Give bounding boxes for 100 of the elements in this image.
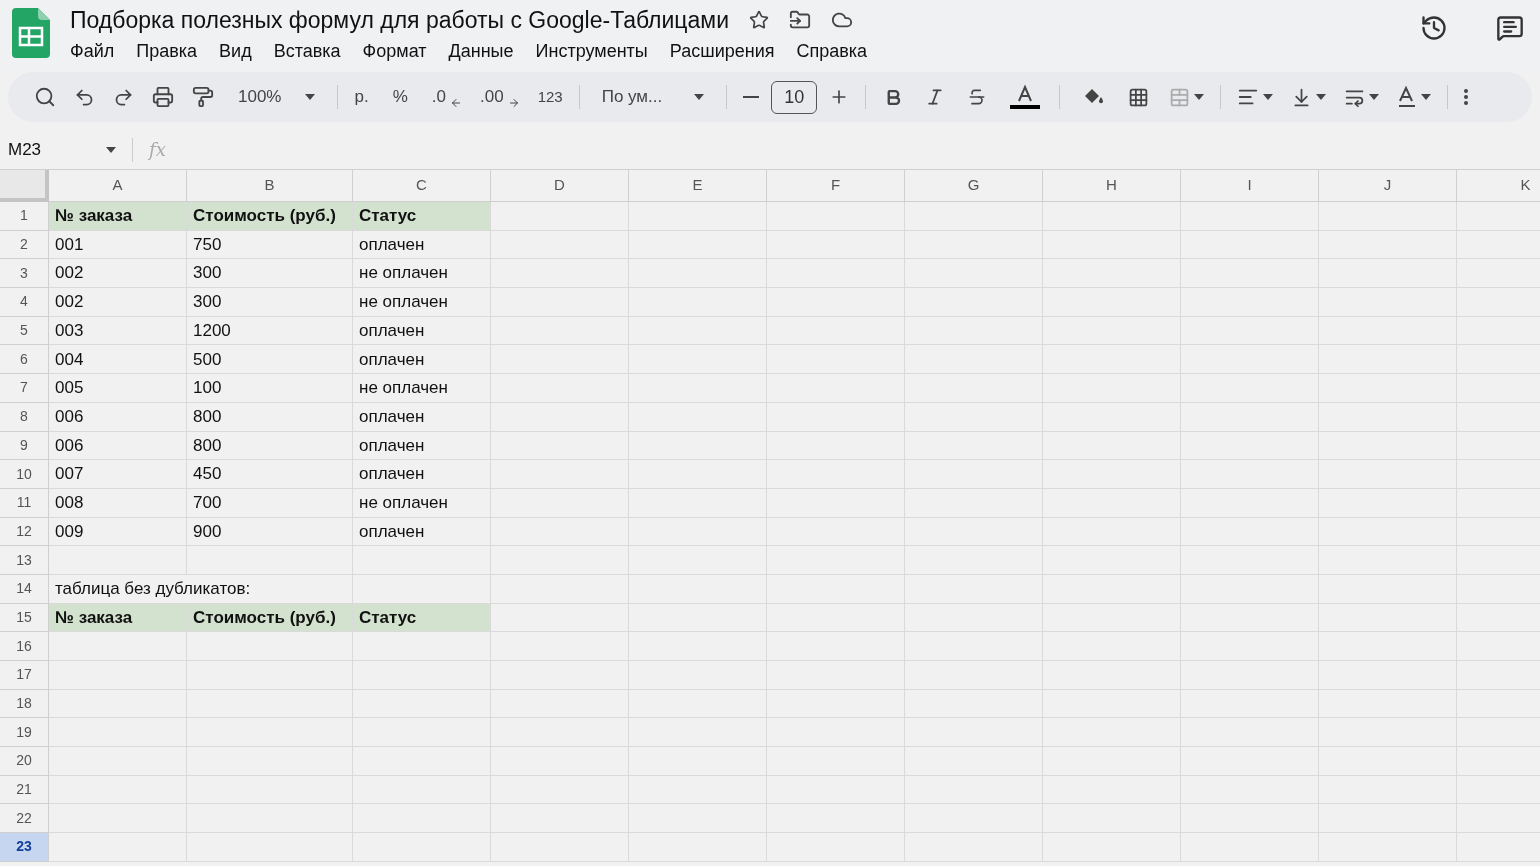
font-size-field[interactable]: 10	[771, 80, 818, 114]
row-header[interactable]: 17	[0, 661, 49, 690]
arrow-right-icon	[507, 97, 520, 109]
table-cell: 450	[187, 460, 353, 489]
dropdown-caret-icon	[1421, 94, 1432, 100]
table-cell: оплачен	[353, 230, 491, 260]
function-label: fx	[149, 138, 166, 162]
table-cell: 800	[187, 431, 353, 461]
menu-item[interactable]: Расширения	[669, 38, 775, 65]
menu-item[interactable]: Формат	[362, 38, 427, 65]
row-header[interactable]: 12	[0, 517, 49, 547]
row-header[interactable]: 14	[0, 574, 49, 604]
row-header[interactable]: 2	[0, 230, 49, 260]
table-cell: 006	[49, 431, 187, 461]
decrease-decimals-button[interactable]: .0	[425, 81, 468, 113]
comment-icon[interactable]	[1496, 14, 1524, 42]
menu-item[interactable]: Вставка	[273, 38, 341, 65]
dropdown-caret-icon	[106, 146, 116, 153]
table-cell: оплачен	[353, 345, 491, 375]
menu-item[interactable]: Файл	[70, 38, 115, 65]
more-icon	[1464, 89, 1469, 105]
menu-item[interactable]: Правка	[136, 38, 198, 65]
document-title[interactable]: Подборка полезных формул для работы с Google-Таблицами	[70, 6, 729, 34]
table-cell: оплачен	[353, 517, 491, 547]
header-cell: Статус	[353, 603, 491, 633]
column-header[interactable]: E	[629, 170, 767, 202]
folder-icon[interactable]	[789, 9, 811, 31]
table-cell: 500	[187, 345, 353, 375]
percent-button[interactable]: %	[380, 81, 420, 113]
history-icon[interactable]	[1420, 14, 1448, 42]
dropdown-caret-icon	[694, 94, 705, 100]
table-cell: не оплачен	[353, 374, 491, 403]
table-cell: 003	[49, 316, 187, 346]
arrow-left-icon	[450, 97, 462, 109]
row-header[interactable]: 10	[0, 460, 49, 489]
column-header[interactable]: D	[491, 170, 629, 202]
column-header[interactable]: K	[1457, 170, 1540, 202]
table-cell: 750	[187, 230, 353, 260]
currency-button[interactable]: р.	[348, 81, 375, 113]
table-cell: 009	[49, 517, 187, 547]
row-header[interactable]: 16	[0, 632, 49, 661]
dropdown-caret-icon	[1316, 94, 1327, 100]
row-header[interactable]: 8	[0, 402, 49, 432]
dropdown-caret-icon	[1194, 94, 1205, 100]
row-header[interactable]: 6	[0, 345, 49, 375]
increase-decimals-button[interactable]: .00	[474, 81, 526, 113]
table-cell: оплачен	[353, 316, 491, 346]
menu-item[interactable]: Инструменты	[535, 38, 648, 65]
table-cell: оплачен	[353, 431, 491, 461]
header-cell: Статус	[353, 202, 491, 231]
row-header[interactable]: 18	[0, 689, 49, 719]
menu-item[interactable]: Вид	[219, 38, 252, 65]
table-cell: не оплачен	[353, 488, 491, 518]
printer-icon	[152, 86, 174, 108]
row-header[interactable]: 19	[0, 718, 49, 748]
header-cell: Стоимость (руб.)	[187, 202, 353, 231]
row-header[interactable]: 11	[0, 488, 49, 518]
name-box[interactable]: M23	[0, 136, 124, 163]
font-dropdown[interactable]: По ум...	[589, 81, 717, 113]
column-header[interactable]: H	[1043, 170, 1181, 202]
row-header[interactable]: 5	[0, 316, 49, 346]
column-header[interactable]: J	[1319, 170, 1457, 202]
table-cell: 007	[49, 460, 187, 489]
table-cell: 002	[49, 288, 187, 317]
number-format-button[interactable]: 123	[531, 81, 569, 113]
header-cell: № заказа	[49, 603, 187, 633]
table-cell: 004	[49, 345, 187, 375]
header-cell: № заказа	[49, 202, 187, 231]
row-header[interactable]: 3	[0, 259, 49, 289]
row-header[interactable]: 7	[0, 374, 49, 403]
table-cell: оплачен	[353, 402, 491, 432]
table-cell: 005	[49, 374, 187, 403]
text-color-icon	[1009, 84, 1042, 110]
row-header[interactable]: 21	[0, 775, 49, 805]
row-header[interactable]: 23	[0, 833, 49, 862]
borders-icon	[1128, 86, 1150, 108]
menu-item[interactable]: Справка	[796, 38, 868, 65]
search-icon	[34, 86, 56, 108]
table-cell: 300	[187, 288, 353, 317]
table-cell: 300	[187, 259, 353, 289]
table-cell: 100	[187, 374, 353, 403]
paint-roller-icon	[192, 86, 214, 108]
table-cell: 002	[49, 259, 187, 289]
zoom-dropdown[interactable]: 100%	[226, 81, 328, 113]
header-cell: Стоимость (руб.)	[187, 603, 353, 633]
column-header[interactable]: F	[767, 170, 905, 202]
table-cell: таблица без дубликатов:	[49, 574, 353, 604]
dropdown-caret-icon	[305, 94, 316, 100]
row-header[interactable]: 20	[0, 747, 49, 776]
row-header[interactable]: 9	[0, 431, 49, 461]
menu-item[interactable]: Данные	[448, 38, 514, 65]
spreadsheet-logo-icon[interactable]	[12, 8, 50, 58]
column-header[interactable]: I	[1181, 170, 1319, 202]
row-header[interactable]: 4	[0, 288, 49, 317]
star-icon[interactable]	[749, 10, 769, 30]
table-cell: 700	[187, 488, 353, 518]
dropdown-caret-icon	[1263, 94, 1274, 100]
column-header[interactable]: G	[905, 170, 1043, 202]
row-header[interactable]: 13	[0, 546, 49, 575]
table-cell: оплачен	[353, 460, 491, 489]
